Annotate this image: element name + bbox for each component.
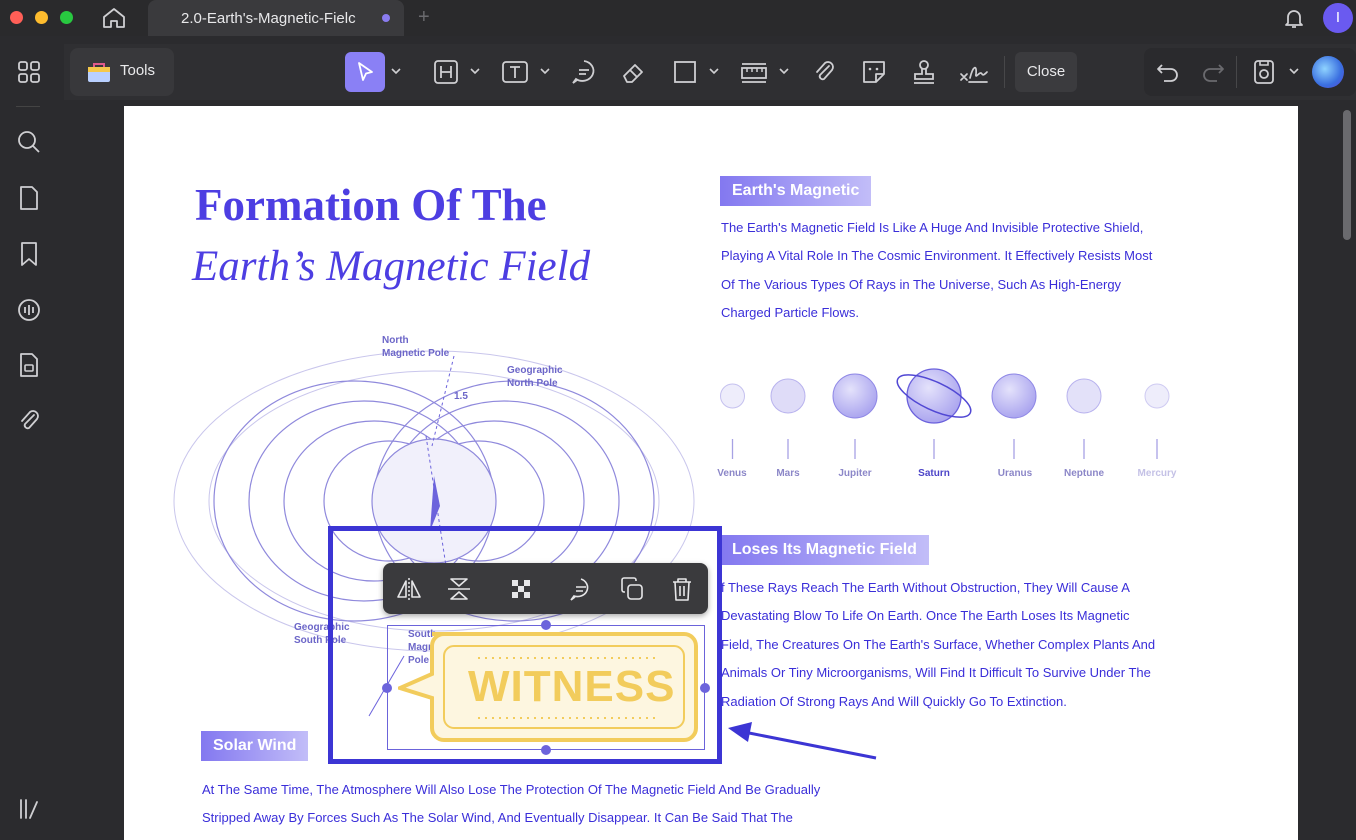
attachment-icon[interactable]: [808, 56, 840, 88]
planet-label-mars: Mars: [776, 468, 800, 479]
planets-illustration: [720, 368, 1170, 459]
text-line: The Earth's Magnetic Field Is Like A Hug…: [721, 220, 1144, 235]
measure-icon[interactable]: [738, 56, 770, 88]
toolbar-divider: [1004, 56, 1005, 88]
comment-icon[interactable]: [567, 575, 595, 603]
shape-rectangle-icon[interactable]: [669, 56, 701, 88]
chevron-down-icon[interactable]: [709, 66, 719, 76]
geographic-north-pole-label: Geographic North Pole: [507, 365, 563, 389]
text-box-icon[interactable]: [499, 56, 531, 88]
text-line: Playing A Vital Role In The Cosmic Envir…: [721, 248, 1153, 264]
planet-label-mercury: Mercury: [1137, 468, 1177, 479]
redo-icon[interactable]: [1197, 56, 1229, 88]
flip-vertical-icon[interactable]: [445, 575, 473, 603]
opacity-icon[interactable]: [507, 575, 535, 603]
flip-horizontal-icon[interactable]: [395, 575, 423, 603]
tools-label: Tools: [120, 62, 156, 79]
organize-icon[interactable]: [15, 351, 43, 379]
sidebar-toggle-icon[interactable]: [15, 794, 43, 822]
thumbnails-icon[interactable]: [15, 58, 43, 86]
pointer-arrow-icon: [728, 722, 877, 760]
eraser-icon[interactable]: [618, 56, 650, 88]
title-bar: 2.0-Earth's-Magnetic-Fielc + I: [0, 0, 1356, 36]
highlight-tool-icon[interactable]: [430, 56, 462, 88]
attachment-icon[interactable]: [15, 406, 43, 434]
toolbar-divider: [1236, 56, 1237, 88]
stamp-icon[interactable]: [908, 56, 940, 88]
sidebar-divider: [16, 106, 40, 107]
new-tab-button[interactable]: +: [418, 6, 430, 29]
planet-label-neptune: Neptune: [1064, 468, 1104, 479]
text-line: Of The Various Types Of Rays in The Univ…: [721, 276, 1122, 292]
section2-paragraph: f These Rays Reach The Earth Without Obs…: [721, 574, 1155, 716]
section3-paragraph: At The Same Time, The Atmosphere Will Al…: [202, 776, 820, 833]
zoom-window-button[interactable]: [60, 11, 73, 24]
text-line: At The Same Time, The Atmosphere Will Al…: [202, 782, 821, 797]
text-line: Animals Or Tiny Microorganisms, Will Fin…: [721, 665, 1151, 681]
sticker-icon[interactable]: [858, 56, 890, 88]
chevron-down-icon[interactable]: [391, 66, 401, 76]
page-title: Formation Of The: [195, 180, 547, 230]
resize-handle-left[interactable]: [382, 683, 392, 693]
section1-paragraph: The Earth's Magnetic Field Is Like A Hug…: [721, 214, 1152, 328]
unsaved-dot-icon: [382, 14, 390, 22]
resize-handle-right[interactable]: [700, 683, 710, 693]
cursor-icon: [358, 62, 373, 81]
signature-icon[interactable]: [958, 56, 990, 88]
close-window-button[interactable]: [10, 11, 23, 24]
text-line: Radiation Of Strong Rays And Will Quickl…: [721, 693, 1067, 709]
text-line: Field, The Creatures On The Earth's Surf…: [721, 636, 1156, 652]
vertical-scrollbar[interactable]: [1343, 110, 1351, 240]
select-tool-button[interactable]: [345, 52, 385, 92]
search-icon[interactable]: [15, 128, 43, 156]
text-line: Charged Particle Flows.: [721, 305, 859, 321]
section-heading-solar-wind: Solar Wind: [201, 731, 309, 761]
tools-button[interactable]: Tools: [70, 48, 174, 96]
left-sidebar: [0, 36, 58, 840]
text-line: Stripped Away By Forces Such As The Sola…: [202, 810, 793, 826]
avatar[interactable]: I: [1323, 3, 1353, 33]
planet-label-jupiter: Jupiter: [838, 468, 872, 479]
minimize-window-button[interactable]: [35, 11, 48, 24]
delete-icon[interactable]: [668, 575, 696, 603]
ai-assistant-icon[interactable]: [1312, 56, 1344, 88]
planet-label-uranus: Uranus: [997, 468, 1033, 479]
ai-chat-icon[interactable]: [15, 296, 43, 324]
toolbox-icon: [88, 63, 110, 82]
planet-label-saturn: Saturn: [918, 468, 950, 479]
tab-title: 2.0-Earth's-Magnetic-Fielc: [181, 10, 356, 27]
chevron-down-icon[interactable]: [1289, 66, 1299, 76]
chevron-down-icon[interactable]: [470, 66, 480, 76]
chevron-down-icon[interactable]: [779, 66, 789, 76]
close-button[interactable]: Close: [1015, 52, 1077, 92]
home-icon[interactable]: [100, 6, 128, 30]
main-toolbar: Tools Close: [64, 44, 1356, 100]
annotation-floating-toolbar: [383, 563, 708, 614]
section-heading-loses-magnetic-field: Loses Its Magnetic Field: [720, 535, 929, 565]
section-heading-earths-magnetic: Earth's Magnetic: [720, 176, 872, 206]
document-tab[interactable]: 2.0-Earth's-Magnetic-Fielc: [148, 0, 404, 36]
bookmark-icon[interactable]: [15, 240, 43, 268]
stamp-text: WITNESS: [468, 662, 676, 711]
angle-label: 1.5: [454, 391, 468, 402]
chevron-down-icon[interactable]: [540, 66, 550, 76]
pages-icon[interactable]: [15, 184, 43, 212]
bell-icon[interactable]: [1282, 6, 1306, 30]
north-magnetic-pole-label: North Magnetic Pole: [382, 335, 450, 359]
comment-icon[interactable]: [568, 56, 600, 88]
duplicate-icon[interactable]: [618, 575, 646, 603]
resize-handle-bottom[interactable]: [541, 745, 551, 755]
undo-icon[interactable]: [1152, 56, 1184, 88]
text-line: f These Rays Reach The Earth Without Obs…: [721, 580, 1130, 595]
resize-handle-top[interactable]: [541, 620, 551, 630]
page-subtitle: Earth’s Magnetic Field: [192, 243, 591, 290]
save-icon[interactable]: [1248, 56, 1280, 88]
text-line: Devastating Blow To Life On Earth. Once …: [721, 608, 1130, 624]
